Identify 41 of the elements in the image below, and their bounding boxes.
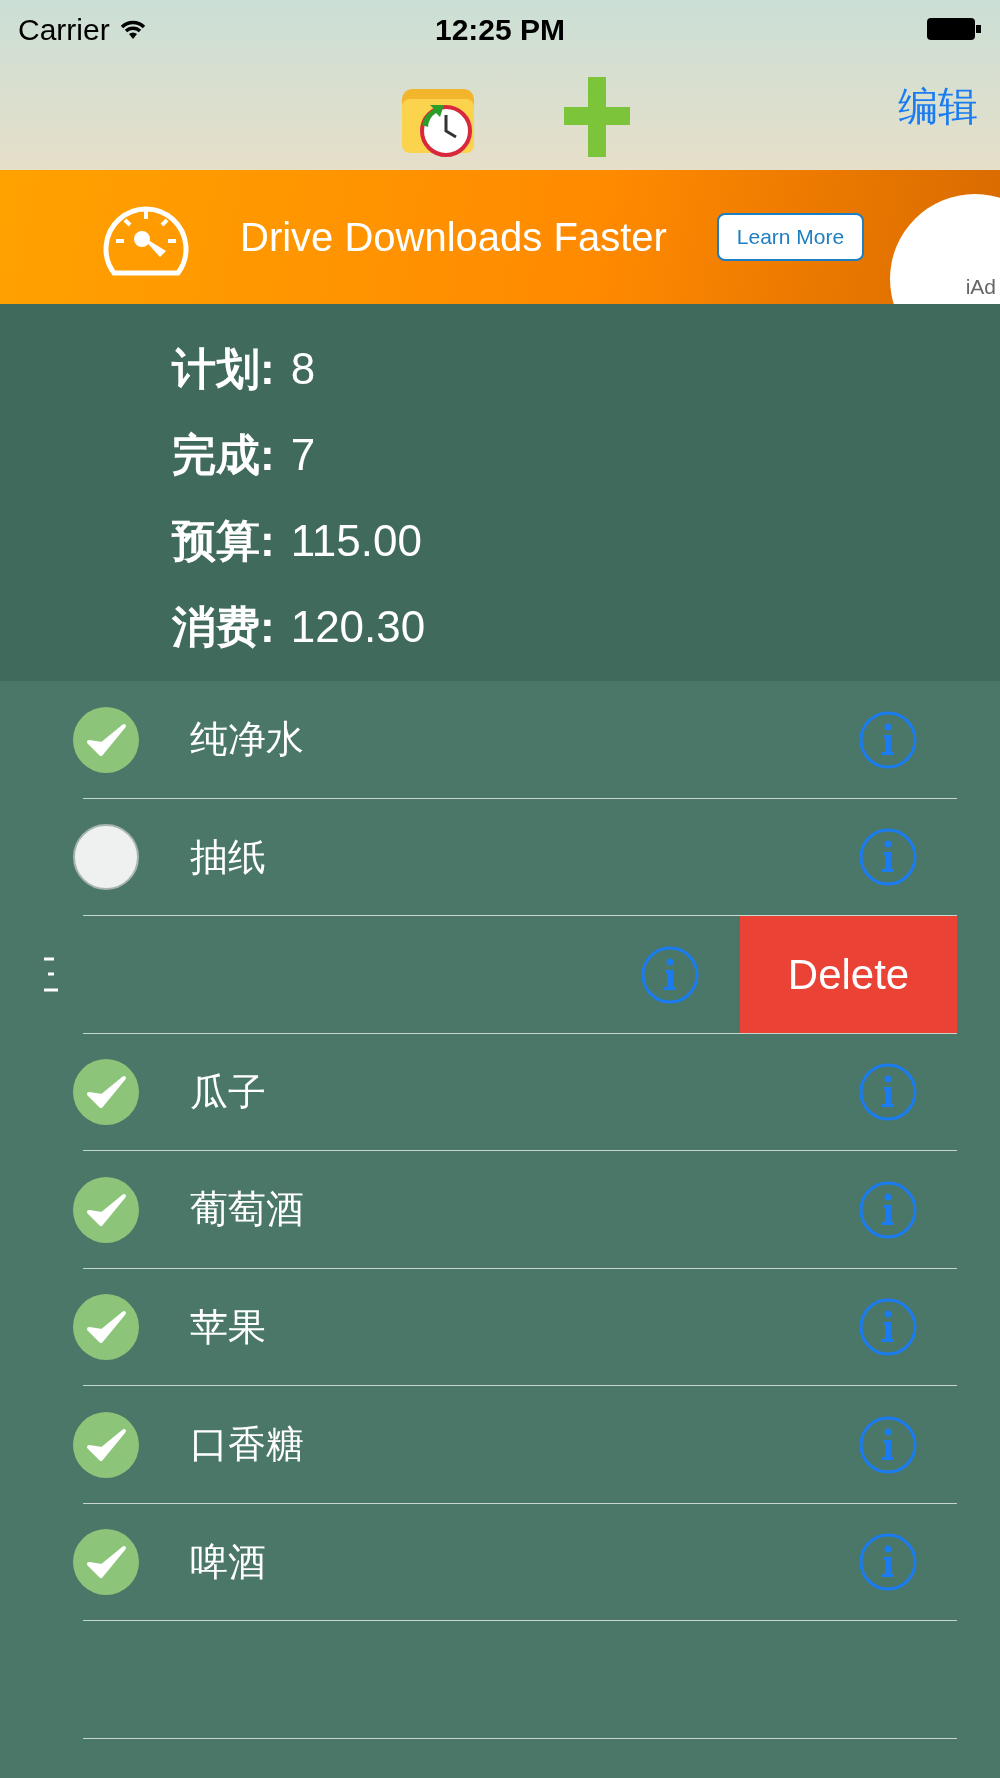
status-time: 12:25 PM [434, 12, 566, 46]
ad-headline: Drive Downloads Faster [240, 214, 667, 261]
summary-label: 消费: [172, 601, 275, 653]
summary-label: 计划: [172, 343, 275, 395]
info-icon[interactable] [858, 1297, 918, 1358]
info-icon[interactable] [858, 827, 918, 888]
ad-label: iAd [965, 273, 996, 300]
delete-button[interactable]: Delete [740, 916, 957, 1033]
info-icon[interactable] [640, 944, 700, 1005]
item-name: 纯净水 [190, 717, 304, 763]
row-fragment-icon [44, 956, 58, 993]
summary-value: 7 [290, 429, 316, 481]
item-name: 苹果 [190, 1304, 266, 1350]
edit-button[interactable]: 编辑 [898, 76, 978, 136]
summary-label: 完成: [172, 429, 275, 481]
checked-circle[interactable] [72, 1528, 140, 1597]
item-name: 葡萄酒 [190, 1187, 304, 1233]
item-name: 啤酒 [190, 1539, 266, 1585]
info-icon[interactable] [858, 1062, 918, 1123]
summary-value: 8 [290, 343, 316, 395]
checked-circle[interactable] [72, 1175, 140, 1244]
carrier-name: Carrier [18, 11, 110, 48]
summary-value: 115.00 [290, 515, 422, 567]
checked-circle[interactable] [72, 705, 140, 774]
checked-circle[interactable] [72, 1293, 140, 1362]
info-icon[interactable] [858, 1414, 918, 1475]
checked-circle[interactable] [72, 1410, 140, 1479]
summary-value: 120.30 [290, 601, 426, 653]
item-name: 抽纸 [190, 834, 266, 880]
item-name: 口香糖 [190, 1422, 304, 1468]
unchecked-circle[interactable] [72, 823, 140, 892]
info-icon[interactable] [858, 1532, 918, 1593]
item-name: 瓜子 [190, 1069, 266, 1115]
info-icon[interactable] [858, 709, 918, 770]
info-icon[interactable] [858, 1179, 918, 1240]
checked-circle[interactable] [72, 1058, 140, 1127]
plus-icon[interactable] [564, 77, 630, 157]
ad-banner[interactable]: Drive Downloads Faster Learn More iAd [0, 170, 1000, 304]
learn-more-button[interactable]: Learn More [716, 213, 865, 261]
summary-label: 预算: [172, 515, 275, 567]
battery-icon [926, 16, 982, 42]
